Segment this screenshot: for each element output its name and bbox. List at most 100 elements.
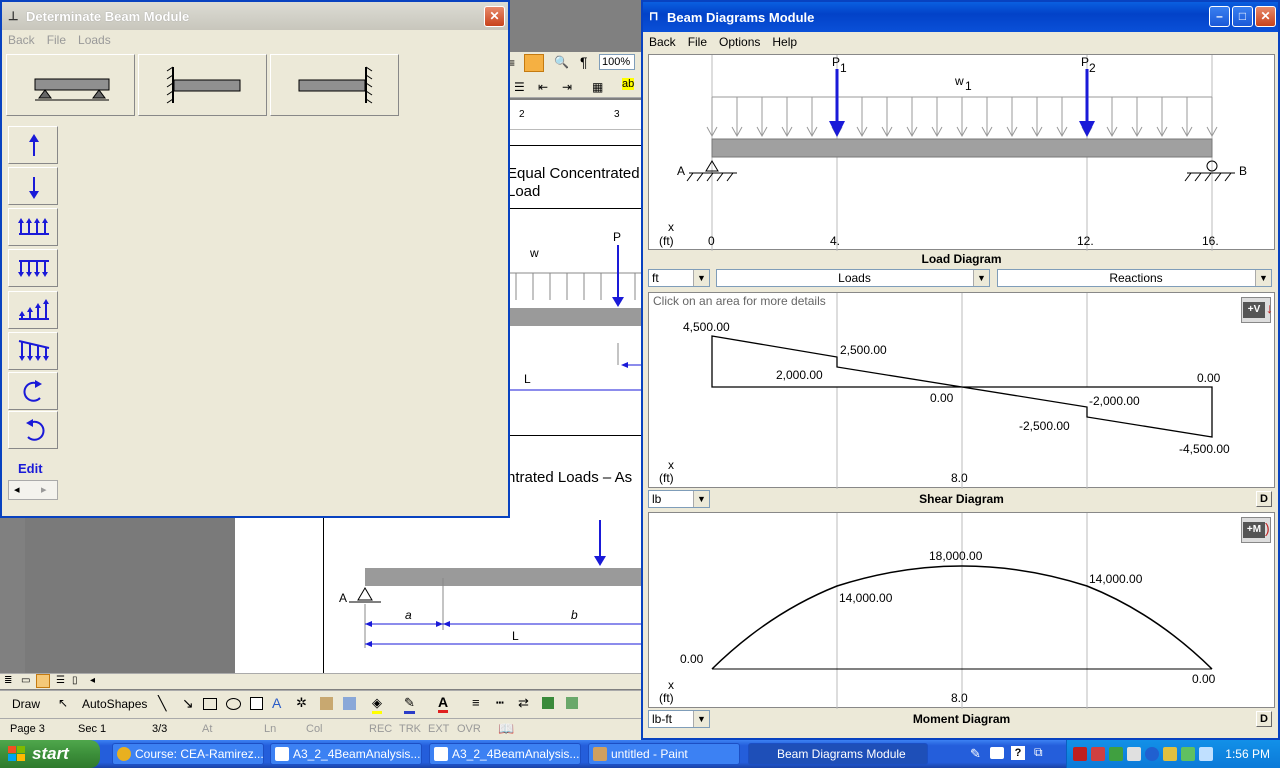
moment-diagram-panel[interactable]: 18,000.00 14,000.00 14,000.00 0.00 0.00 … <box>648 512 1275 709</box>
menu-file[interactable]: File <box>682 32 713 52</box>
network-icon[interactable] <box>1109 747 1123 761</box>
oval-icon[interactable] <box>226 698 241 710</box>
bluetooth-icon[interactable] <box>1145 747 1159 761</box>
arrow-icon[interactable]: ↘ <box>182 695 194 712</box>
maximize-button[interactable]: □ <box>1232 6 1253 27</box>
menu-help[interactable]: Help <box>766 32 803 52</box>
horizontal-scrollbar[interactable]: ≣ ▭ ☰ ▯ ◂ <box>0 673 645 689</box>
taskbar-item-word-2[interactable]: A3_2_4BeamAnalysis... <box>429 743 581 765</box>
reading-view-icon[interactable]: ▯ <box>72 675 78 686</box>
textbox-icon[interactable] <box>250 697 263 710</box>
taskbar-item-beam-diagrams[interactable]: Beam Diagrams Module <box>748 743 928 765</box>
shadow-icon[interactable] <box>542 697 554 709</box>
moment-m-label: +M <box>1243 522 1265 538</box>
bdm-title-bar[interactable]: ⊓ Beam Diagrams Module – □ ✕ <box>643 2 1278 32</box>
dbm-menu-file[interactable]: File <box>41 30 72 50</box>
outline-view-icon[interactable]: ☰ <box>56 675 65 686</box>
moment-d-button[interactable]: D <box>1256 711 1272 727</box>
shear-v-button[interactable]: +V ↓ <box>1241 297 1273 323</box>
arrow-style-icon[interactable]: ⇄ <box>518 695 529 711</box>
update-icon[interactable] <box>1163 747 1177 761</box>
cantilever-left-button[interactable] <box>138 54 267 116</box>
reactions-select[interactable]: Reactions ▼ <box>997 269 1272 287</box>
pilcrow-icon[interactable]: ¶ <box>580 54 588 70</box>
moment-cw-button[interactable] <box>8 411 58 449</box>
minimize-button[interactable]: – <box>1209 6 1230 27</box>
pen-tool-icon[interactable]: ✎ <box>970 746 981 762</box>
taskbar-item-chrome[interactable]: Course: CEA-Ramirez... <box>112 743 264 765</box>
dash-style-icon[interactable]: ┅ <box>496 695 504 711</box>
shear-d-button[interactable]: D <box>1256 491 1272 507</box>
diagram-icon[interactable]: ✲ <box>296 695 307 711</box>
taskbar-item-word-1[interactable]: A3_2_4BeamAnalysis... <box>270 743 422 765</box>
increase-indent-icon[interactable]: ⇥ <box>562 80 572 94</box>
wordart-icon[interactable]: A <box>272 695 281 711</box>
battery-icon[interactable] <box>1199 747 1213 761</box>
picture-icon[interactable] <box>343 697 356 710</box>
shear-diagram-panel[interactable]: Click on an area for more details 4,500.… <box>648 292 1275 489</box>
line-color-icon[interactable]: ✎ <box>404 695 415 714</box>
loads-select[interactable]: Loads ▼ <box>716 269 990 287</box>
dbm-menu-loads[interactable]: Loads <box>72 30 117 50</box>
chevron-down-icon[interactable]: ▼ <box>693 270 709 286</box>
start-button[interactable]: start <box>0 740 100 768</box>
rectangle-icon[interactable] <box>203 698 217 710</box>
dbm-title-bar[interactable]: ⊥ Determinate Beam Module ✕ <box>2 2 508 30</box>
moment-m-button[interactable]: +M ) <box>1241 517 1271 543</box>
triangular-up-icon <box>19 299 49 320</box>
normal-view-icon[interactable]: ≣ <box>4 675 12 686</box>
borders-icon[interactable]: ▦ <box>592 80 603 94</box>
menu-back[interactable]: Back <box>643 32 682 52</box>
clipart-icon[interactable] <box>320 697 333 710</box>
line-style-icon[interactable]: ≡ <box>472 695 480 710</box>
font-color-icon[interactable]: A <box>438 694 449 713</box>
scroll-left-icon[interactable]: ◂ <box>14 483 20 496</box>
distributed-load-up-button[interactable] <box>8 208 58 246</box>
decrease-indent-icon[interactable]: ⇤ <box>538 80 548 94</box>
taskbar-item-paint[interactable]: untitled - Paint <box>588 743 740 765</box>
triangular-load-up-button[interactable] <box>8 291 58 329</box>
help-icon[interactable]: ? <box>1011 746 1025 760</box>
print-preview-icon[interactable]: 🔍 <box>554 55 569 69</box>
select-objects-icon[interactable]: ↖ <box>58 696 68 710</box>
fill-color-icon[interactable]: ◈ <box>372 695 382 714</box>
point-load-up-button[interactable] <box>8 126 58 164</box>
scroll-right-icon[interactable]: ▸ <box>41 483 47 496</box>
spelling-status-icon[interactable]: 📖 <box>498 721 514 737</box>
clock[interactable]: 1:56 PM <box>1225 747 1270 761</box>
chevron-down-icon[interactable]: ▼ <box>1255 270 1271 286</box>
tray-app-icon[interactable] <box>1073 747 1087 761</box>
volume-icon[interactable] <box>1091 747 1105 761</box>
point-load-down-button[interactable] <box>8 167 58 205</box>
dbm-menu-back[interactable]: Back <box>2 30 41 50</box>
scroll-left-icon[interactable]: ◂ <box>90 675 95 686</box>
wifi-icon[interactable] <box>1181 747 1195 761</box>
bullets-icon[interactable]: ☰ <box>514 80 525 94</box>
web-view-icon[interactable]: ▭ <box>21 675 30 686</box>
menu-options[interactable]: Options <box>713 32 766 52</box>
length-unit-select[interactable]: ft ▼ <box>648 269 710 287</box>
research-icon[interactable] <box>524 54 544 72</box>
triangular-load-down-button[interactable] <box>8 332 58 370</box>
keyboard-icon[interactable] <box>990 747 1004 759</box>
zoom-box[interactable]: 100% <box>599 54 635 70</box>
beam[interactable] <box>711 138 1213 158</box>
autoshapes-menu[interactable]: AutoShapes <box>82 697 147 711</box>
3d-icon[interactable] <box>566 697 578 709</box>
edit-scrollbar[interactable]: ◂ ▸ <box>8 480 58 500</box>
cantilever-right-button[interactable] <box>270 54 399 116</box>
restore-icon[interactable]: ⧉ <box>1034 745 1043 760</box>
chevron-down-icon[interactable]: ▼ <box>973 270 989 286</box>
security-icon[interactable] <box>1127 747 1141 761</box>
simply-supported-beam-button[interactable] <box>6 54 135 116</box>
support-a-label: A <box>677 164 685 178</box>
distributed-load-down-button[interactable] <box>8 249 58 287</box>
draw-menu[interactable]: Draw <box>12 697 40 711</box>
dbm-close-button[interactable]: ✕ <box>484 6 505 27</box>
line-icon[interactable]: ╲ <box>158 695 166 712</box>
moment-ccw-button[interactable] <box>8 372 58 410</box>
load-diagram-panel[interactable]: w 1 P 1 P 2 A B x (ft) 0 4. 12. 16. <box>648 54 1275 251</box>
highlight-icon[interactable]: ab <box>622 78 635 90</box>
print-layout-icon[interactable] <box>36 674 50 688</box>
close-button[interactable]: ✕ <box>1255 6 1276 27</box>
